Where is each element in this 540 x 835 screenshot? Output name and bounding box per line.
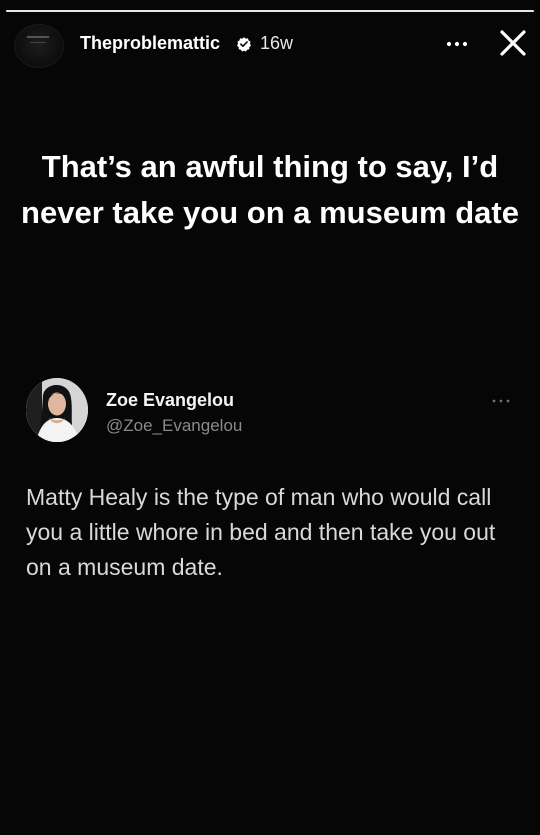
story-progress-bar <box>6 10 534 12</box>
story-progress-fill <box>6 10 534 12</box>
story-username[interactable]: Theproblemattic <box>80 33 220 54</box>
verified-badge-icon <box>237 37 251 52</box>
close-icon[interactable] <box>498 28 528 58</box>
tweet-author-name[interactable]: Zoe Evangelou <box>106 390 234 411</box>
story-time: 16w <box>260 33 294 53</box>
story-headline: That’s an awful thing to say, I’d never … <box>21 149 519 230</box>
tweet-card[interactable]: Zoe Evangelou @Zoe_Evangelou Matty Healy… <box>26 378 514 598</box>
profile-photo-icon[interactable] <box>26 378 88 442</box>
more-options-icon[interactable] <box>444 32 470 56</box>
tweet-author-handle[interactable]: @Zoe_Evangelou <box>106 416 242 436</box>
story-header: Theproblemattic 16w <box>14 24 530 68</box>
story-viewer: Theproblemattic 16w That’s an awful thin… <box>0 0 540 835</box>
account-avatar-icon[interactable] <box>14 24 64 68</box>
tweet-text: Matty Healy is the type of man who would… <box>26 484 496 580</box>
tweet-more-icon[interactable] <box>490 396 512 406</box>
